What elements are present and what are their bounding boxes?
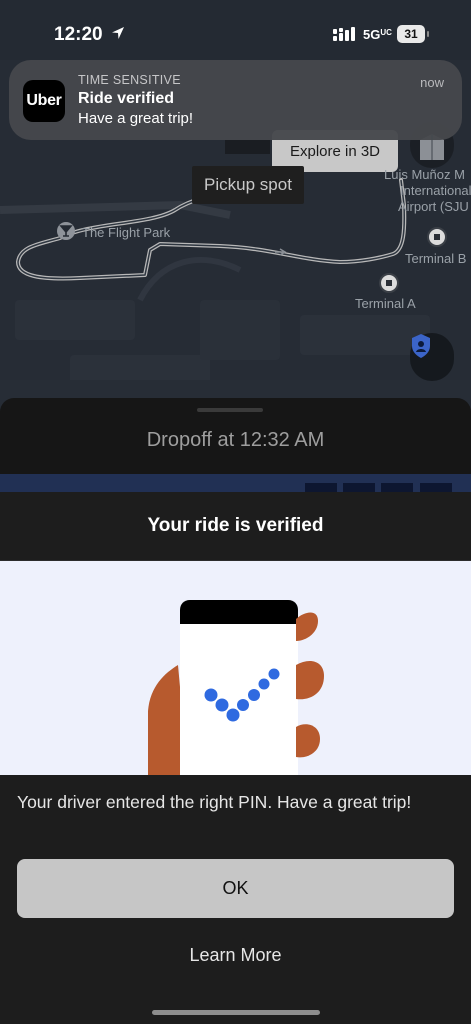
network-type: 5GUC [363,27,392,42]
terminal-a-pin-icon [379,273,399,293]
status-time: 12:20 [54,24,126,46]
airport-label-line1: Luis Muñoz M [384,167,465,182]
notification-body: Have a great trip! [78,110,194,127]
ride-verified-notification[interactable]: Uber TIME SENSITIVE now Ride verified Ha… [9,60,462,140]
dropoff-time-text: Dropoff at 12:32 AM [146,429,325,451]
flight-park-label: The Flight Park [82,225,171,240]
battery-icon: 31 [397,25,429,43]
pickup-spot-label: Pickup spot [192,166,304,204]
airport-label-line3: Airport (SJU [398,199,469,214]
hand-phone-checkmark-illustration [148,600,324,775]
status-bar: 12:20 5GUC 31 [0,0,471,56]
notification-tag: TIME SENSITIVE [78,73,181,87]
uber-app-icon: Uber [23,80,65,122]
sheet-strip [0,474,471,495]
shield-icon [412,334,430,358]
terminal-b-pin-icon [427,227,447,247]
learn-more-link[interactable]: Learn More [0,945,471,966]
ok-button[interactable]: OK [17,859,454,918]
home-indicator[interactable] [152,1010,320,1015]
notification-title: Ride verified [78,90,175,107]
terminal-a-label: Terminal A [355,296,416,311]
trip-sheet[interactable]: Dropoff at 12:32 AM [0,398,471,474]
notification-time: now [420,75,444,90]
modal-title: Your ride is verified [0,492,471,561]
battery-level: 31 [404,27,418,41]
clock-text: 12:20 [54,24,103,45]
ride-verified-modal: Your ride is verified Your driver entere… [0,492,471,1024]
uber-app-screen: Explore in 3D Pickup spot The Flight Par… [0,0,471,1024]
sheet-grab-handle[interactable] [197,408,263,412]
pin-verified-illustration [0,561,471,775]
location-arrow-icon [111,27,124,39]
cellular-signal-icon [333,27,355,41]
airport-label-line2: International [400,183,471,198]
safety-shield-button[interactable] [410,333,454,381]
network-suffix: UC [380,28,392,37]
terminal-b-label: Terminal B [405,251,467,266]
network-label: 5G [363,27,381,42]
modal-message: Your driver entered the right PIN. Have … [17,792,412,812]
